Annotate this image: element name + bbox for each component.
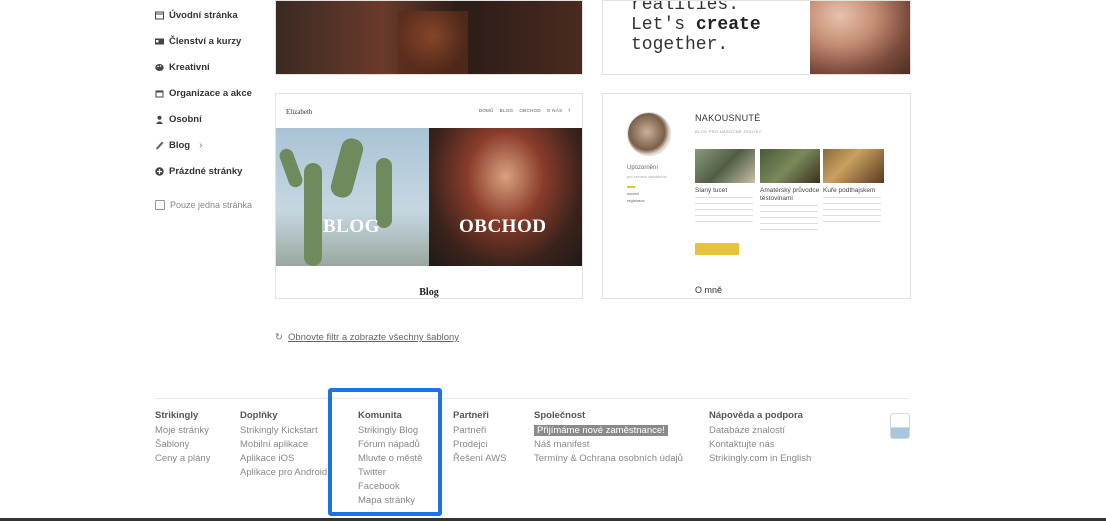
footer-heading: Doplňky xyxy=(240,410,278,421)
preview-yellow-button xyxy=(695,243,739,255)
preview-blog-title: Blog xyxy=(419,287,439,298)
footer-col-partners: Partneři Partneři Prodejci Řešení AWS xyxy=(453,410,507,466)
footer-link-resellers[interactable]: Prodejci xyxy=(453,438,507,452)
preview-post-excerpt xyxy=(695,197,753,227)
preview-post-title: Amatérský průvodce těstovinami xyxy=(760,187,820,202)
sidebar-item-label: Blog xyxy=(169,140,191,151)
footer-link-ios[interactable]: Aplikace iOS xyxy=(240,452,327,466)
sidebar-item-membership[interactable]: Členství a kurzy xyxy=(155,36,241,47)
footer-link-english[interactable]: Strikingly.com in English xyxy=(709,452,811,466)
sidebar-item-blog[interactable]: Blog › xyxy=(155,140,202,151)
template-headline: realities. Let's create together. xyxy=(631,0,761,55)
preview-fashion-image: OBCHOD xyxy=(429,128,582,266)
footer-link-aws[interactable]: Řešení AWS xyxy=(453,452,507,466)
sidebar-item-label: Kreativní xyxy=(169,62,210,73)
footer-link-pricing[interactable]: Ceny a plány xyxy=(155,452,210,466)
footer-link-kickstart[interactable]: Strikingly Kickstart xyxy=(240,424,327,438)
highlight-box xyxy=(328,388,442,516)
preview-notice: Upozornění xyxy=(627,165,659,171)
preview-site-title: NAKOUSNUTÉ xyxy=(695,113,761,123)
footer-link-partners[interactable]: Partneři xyxy=(453,424,507,438)
checkbox-box[interactable] xyxy=(155,200,165,210)
person-icon xyxy=(155,115,164,124)
preview-accent-mark xyxy=(627,186,635,188)
facebook-icon: f xyxy=(568,108,570,113)
id-card-icon xyxy=(155,37,164,46)
preview-post-image xyxy=(760,149,820,183)
hiring-badge[interactable]: Přijímáme nové zaměstnance! xyxy=(534,425,668,436)
footer-link-hiring[interactable]: Přijímáme nové zaměstnance! xyxy=(534,424,683,438)
sidebar-item-home[interactable]: Úvodní stránka xyxy=(155,10,238,21)
footer-link-mobile-app[interactable]: Mobilní aplikace xyxy=(240,438,327,452)
sidebar-item-label: Osobní xyxy=(169,114,202,125)
preview-post-image xyxy=(823,149,884,183)
preview-side-text: osobní xyxy=(627,191,640,196)
refresh-icon: ↻ xyxy=(275,332,283,343)
template-portrait-image xyxy=(810,1,910,74)
single-page-checkbox[interactable]: Pouze jedna stránka xyxy=(155,200,252,210)
preview-nav-link: DOMŮ xyxy=(478,108,494,113)
footer-col-strikingly: Strikingly Moje stránky Šablony Ceny a p… xyxy=(155,410,210,466)
sidebar-item-label: Úvodní stránka xyxy=(169,10,238,21)
preview-about-heading: O mně xyxy=(695,285,723,295)
preview-blog-label: BLOG xyxy=(323,216,380,237)
chevron-right-icon: › xyxy=(199,140,203,151)
template-card-nakousnute[interactable]: Upozornění pro serveru aktuálnost osobní… xyxy=(602,93,911,299)
footer-link-android[interactable]: Aplikace pro Android xyxy=(240,466,327,480)
calendar-icon xyxy=(155,89,164,98)
plus-circle-icon xyxy=(155,167,164,176)
sidebar-item-label: Organizace a akce xyxy=(169,88,252,99)
footer-link-knowledge-base[interactable]: Databáze znalostí xyxy=(709,424,811,438)
footer-col-help: Nápověda a podpora Databáze znalostí Kon… xyxy=(709,410,811,466)
refresh-filter[interactable]: ↻ Obnovte filtr a zobrazte všechny šablo… xyxy=(275,332,459,343)
footer-heading: Strikingly xyxy=(155,410,199,421)
preview-site-subtitle: BLOG PRO NÁROČNÉ JEDLÍKY xyxy=(695,129,762,134)
preview-navbar: Elizabeth DOMŮ BLOG OBCHOD O NÁS f xyxy=(276,94,582,128)
footer-col-company: Společnost Přijímáme nové zaměstnance! N… xyxy=(534,410,683,466)
strikingly-logo-icon xyxy=(890,413,910,439)
preview-nav-link: O NÁS xyxy=(546,108,563,113)
preview-nav-link: OBCHOD xyxy=(519,108,541,113)
preview-notice-sub: pro serveru aktuálnost xyxy=(627,174,667,179)
sidebar-item-label: Prázdné stránky xyxy=(169,166,243,177)
footer-link-contact[interactable]: Kontaktujte nás xyxy=(709,438,811,452)
template-card-elizabeth[interactable]: Elizabeth DOMŮ BLOG OBCHOD O NÁS f BLOG … xyxy=(275,93,583,299)
preview-cactus-image: BLOG xyxy=(276,128,429,266)
footer-link-my-sites[interactable]: Moje stránky xyxy=(155,424,210,438)
footer-link-templates[interactable]: Šablony xyxy=(155,438,210,452)
footer-link-manifest[interactable]: Náš manifest xyxy=(534,438,683,452)
sidebar-item-label: Členství a kurzy xyxy=(169,36,242,47)
preview-avatar xyxy=(627,112,671,156)
template-card-top-left[interactable] xyxy=(275,0,583,75)
sidebar-item-creative[interactable]: Kreativní xyxy=(155,62,210,73)
palette-icon xyxy=(155,63,164,72)
preview-side-text: registrace xyxy=(627,198,645,203)
footer-divider xyxy=(155,398,909,399)
preview-post-title: Slaný tucet xyxy=(695,187,728,194)
preview-nav-link: BLOG xyxy=(499,108,514,113)
footer-heading: Nápověda a podpora xyxy=(709,410,803,421)
template-card-top-right[interactable]: realities. Let's create together. xyxy=(602,0,911,75)
pen-icon xyxy=(155,141,164,150)
footer-link-terms[interactable]: Termíny & Ochrana osobních údajů xyxy=(534,452,683,466)
preview-nav-links: DOMŮ BLOG OBCHOD O NÁS f xyxy=(479,108,570,113)
preview-post-excerpt xyxy=(823,197,881,227)
sidebar-item-events[interactable]: Organizace a akce xyxy=(155,88,252,99)
window-icon xyxy=(155,11,164,20)
refresh-filter-link[interactable]: Obnovte filtr a zobrazte všechny šablony xyxy=(288,332,459,343)
template-preview-image xyxy=(276,1,582,74)
footer-heading: Partneři xyxy=(453,410,489,421)
preview-brand: Elizabeth xyxy=(286,108,313,116)
footer-col-addons: Doplňky Strikingly Kickstart Mobilní apl… xyxy=(240,410,327,480)
preview-post-title: Kuře podthajskem xyxy=(823,187,876,194)
sidebar-item-blank[interactable]: Prázdné stránky xyxy=(155,166,242,177)
sidebar-item-personal[interactable]: Osobní xyxy=(155,114,202,125)
preview-post-image xyxy=(695,149,755,183)
single-page-label: Pouze jedna stránka xyxy=(170,200,253,210)
preview-post-excerpt xyxy=(760,205,818,233)
preview-shop-label: OBCHOD xyxy=(459,216,547,237)
footer-heading: Společnost xyxy=(534,410,586,421)
